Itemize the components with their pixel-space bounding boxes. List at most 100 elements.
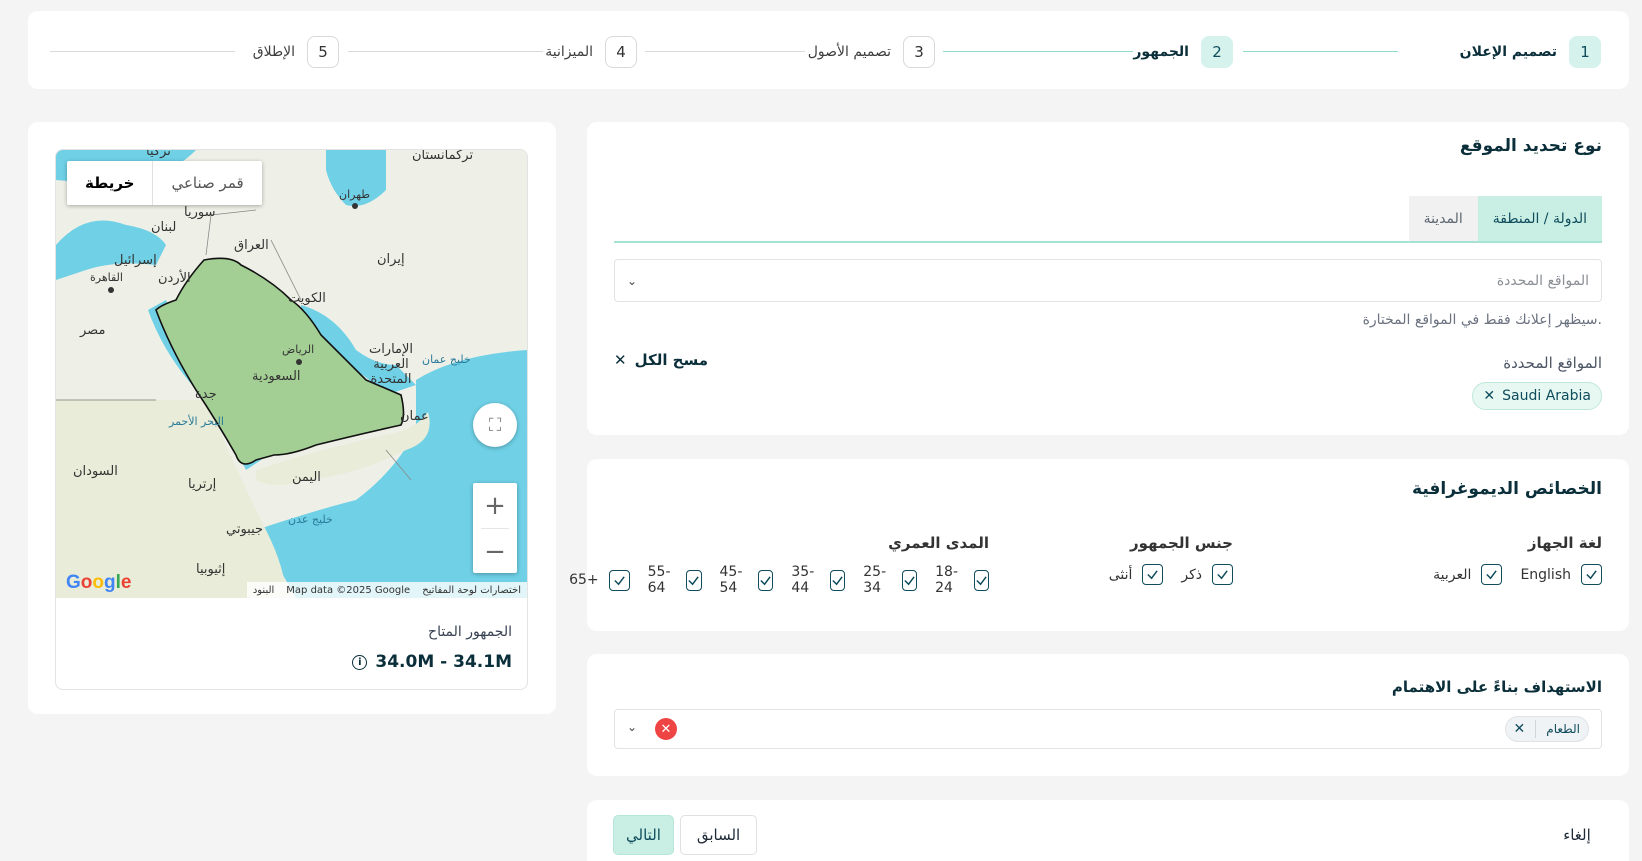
checkbox[interactable] bbox=[1481, 564, 1503, 585]
step-connector bbox=[348, 51, 543, 52]
sea-label: خليج عمان bbox=[422, 353, 471, 366]
cancel-button[interactable]: إلغاء bbox=[1552, 815, 1602, 855]
map-container: تركمانستان تركيا طهران سوريا لبنان العرا… bbox=[55, 149, 528, 690]
interest-tag: الطعام ✕ bbox=[1504, 716, 1589, 742]
zoom-out-button[interactable]: − bbox=[473, 529, 517, 574]
step-3[interactable]: 3 تصميم الأصول bbox=[808, 36, 935, 68]
map-type-map-button[interactable]: خريطة bbox=[67, 161, 154, 205]
map-label: السودان bbox=[73, 464, 118, 479]
age-option[interactable]: 25-34 bbox=[863, 564, 918, 596]
step-2[interactable]: 2 الجمهور bbox=[1133, 36, 1233, 68]
remove-chip-icon[interactable]: ✕ bbox=[1483, 388, 1495, 404]
chevron-down-icon[interactable]: ⌄ bbox=[627, 720, 637, 734]
map-label: طهران bbox=[339, 188, 371, 201]
map-label: الأردن bbox=[158, 271, 191, 286]
step-number: 4 bbox=[605, 36, 637, 68]
map-label: الإمارات العربية المتحدة bbox=[368, 342, 414, 387]
checkbox[interactable] bbox=[1142, 564, 1164, 585]
check-icon bbox=[1217, 570, 1228, 580]
fullscreen-icon[interactable]: ⛶ bbox=[473, 403, 517, 447]
age-option[interactable]: 45-54 bbox=[720, 564, 774, 596]
step-connector bbox=[50, 51, 235, 52]
option-label: 25-34 bbox=[863, 564, 887, 596]
step-number: 1 bbox=[1569, 36, 1601, 68]
map-data-credit: Map data ©2025 Google bbox=[286, 584, 411, 596]
sea-label: البحر الأحمر bbox=[169, 415, 224, 428]
remove-tag-icon[interactable]: ✕ bbox=[1514, 721, 1526, 737]
age-option[interactable]: 65+ bbox=[569, 569, 630, 591]
tag-label: الطعام bbox=[1546, 722, 1580, 736]
step-4[interactable]: 4 الميزانية bbox=[545, 36, 637, 68]
checkbox[interactable] bbox=[686, 569, 702, 591]
step-label: تصميم الإعلان bbox=[1459, 44, 1557, 60]
option-label: العربية bbox=[1433, 566, 1472, 583]
language-option-english[interactable]: English bbox=[1520, 564, 1602, 585]
gender-option-female[interactable]: أنثى bbox=[1109, 564, 1164, 585]
map-label: لبنان bbox=[151, 220, 177, 235]
tab-underline bbox=[614, 241, 1602, 243]
zoom-in-button[interactable]: + bbox=[473, 483, 517, 528]
map-card: تركمانستان تركيا طهران سوريا لبنان العرا… bbox=[28, 122, 556, 714]
region-map[interactable]: تركمانستان تركيا طهران سوريا لبنان العرا… bbox=[56, 150, 527, 598]
option-label: 65+ bbox=[569, 572, 599, 588]
option-label: English bbox=[1520, 566, 1571, 583]
checkbox[interactable] bbox=[758, 569, 774, 591]
map-label: الرياض bbox=[282, 343, 315, 356]
map-label: الكويت bbox=[288, 291, 326, 306]
language-option-arabic[interactable]: العربية bbox=[1433, 564, 1503, 585]
age-option[interactable]: 18-24 bbox=[935, 564, 989, 596]
tab-city[interactable]: المدينة bbox=[1408, 196, 1478, 242]
step-number: 2 bbox=[1201, 36, 1233, 68]
interest-select[interactable]: الطعام ✕ ✕ ⌄ bbox=[614, 709, 1602, 749]
clear-all-button[interactable]: مسح الكل ✕ bbox=[614, 351, 708, 369]
previous-button[interactable]: السابق bbox=[680, 815, 757, 855]
step-connector bbox=[943, 51, 1133, 52]
clear-selection-icon[interactable]: ✕ bbox=[655, 718, 677, 740]
tag-divider bbox=[1535, 720, 1537, 738]
option-label: 35-44 bbox=[791, 564, 815, 596]
step-1[interactable]: 1 تصميم الإعلان bbox=[1460, 36, 1601, 68]
map-label: جيبوتي bbox=[226, 522, 264, 537]
sea-label: خليج عدن bbox=[288, 513, 333, 526]
checkbox[interactable] bbox=[829, 569, 846, 591]
location-tabs: الدولة / المنطقة المدينة bbox=[1408, 196, 1602, 242]
checkbox[interactable] bbox=[608, 569, 630, 591]
terms-link[interactable]: البنود bbox=[253, 585, 274, 596]
device-language-title: لغة الجهاز bbox=[1527, 534, 1602, 552]
check-icon bbox=[760, 575, 771, 585]
age-range-title: المدى العمري bbox=[888, 534, 989, 552]
checkbox[interactable] bbox=[901, 569, 918, 591]
check-icon bbox=[613, 575, 625, 585]
check-icon bbox=[688, 575, 700, 585]
step-5[interactable]: 5 الإطلاق bbox=[253, 36, 339, 68]
next-button[interactable]: التالي bbox=[613, 815, 674, 855]
location-card: نوع تحديد الموقع الدولة / المنطقة المدين… bbox=[587, 122, 1629, 435]
step-label: الميزانية bbox=[545, 44, 593, 60]
tab-country-region[interactable]: الدولة / المنطقة bbox=[1477, 196, 1602, 242]
age-option[interactable]: 55-64 bbox=[648, 564, 702, 596]
clear-all-label: مسح الكل bbox=[634, 351, 709, 369]
step-label: الإطلاق bbox=[252, 44, 295, 60]
selected-locations-label: المواقع المحددة bbox=[1503, 354, 1602, 372]
demographics-title: الخصائص الديموغرافية bbox=[1412, 479, 1602, 499]
map-label: العراق bbox=[234, 238, 269, 253]
keyboard-shortcuts-link[interactable]: اختصارات لوحة المفاتيح bbox=[422, 585, 521, 596]
map-label: جدة bbox=[195, 387, 217, 402]
checkbox[interactable] bbox=[973, 569, 989, 591]
map-label: إيران bbox=[377, 252, 405, 267]
check-icon bbox=[1486, 570, 1498, 580]
map-label: إثيوبيا bbox=[196, 562, 226, 577]
locations-select[interactable]: المواقع المحددة ⌄ bbox=[614, 259, 1602, 302]
chip-label: Saudi Arabia bbox=[1502, 388, 1591, 404]
option-label: 45-54 bbox=[719, 564, 743, 596]
gender-option-male[interactable]: ذكر bbox=[1181, 564, 1233, 585]
step-connector bbox=[1243, 51, 1398, 52]
info-icon[interactable]: i bbox=[352, 654, 368, 670]
checkbox[interactable] bbox=[1581, 564, 1602, 585]
age-option[interactable]: 35-44 bbox=[791, 564, 846, 596]
checkbox[interactable] bbox=[1212, 564, 1233, 585]
step-number: 5 bbox=[307, 36, 339, 68]
available-audience-value: 34.0M - 34.1M i bbox=[352, 652, 512, 672]
device-language-options: English العربية bbox=[1433, 564, 1602, 585]
map-type-satellite-button[interactable]: قمر صناعي bbox=[153, 161, 261, 205]
